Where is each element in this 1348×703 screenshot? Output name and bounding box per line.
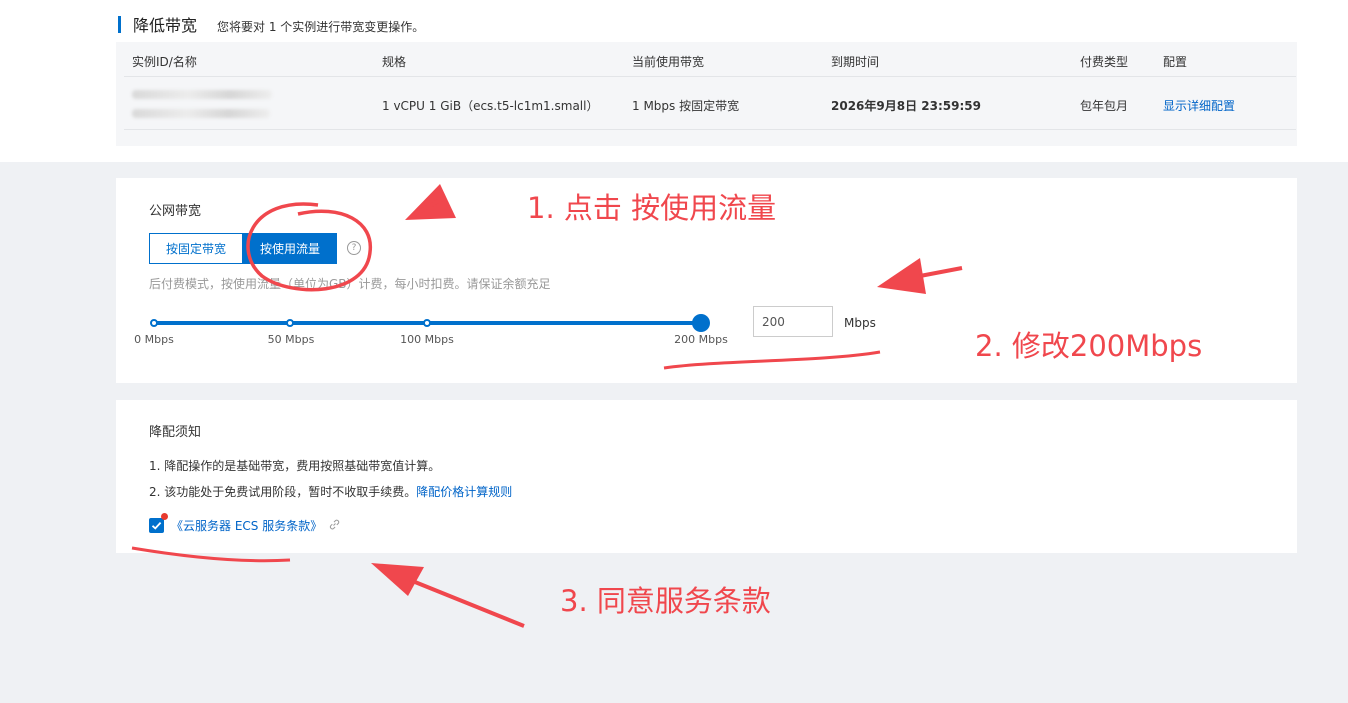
- page-subtitle: 您将要对 1 个实例进行带宽变更操作。: [217, 20, 425, 34]
- table-header-pay-type: 付费类型: [1080, 55, 1129, 69]
- table-cell-spec: 1 vCPU 1 GiB（ecs.t5-lc1m1.small）: [382, 99, 599, 113]
- pay-by-traffic-button[interactable]: 按使用流量: [243, 233, 338, 264]
- slider-stop-0[interactable]: [150, 319, 158, 327]
- external-link-icon[interactable]: [329, 519, 340, 533]
- table-divider: [124, 76, 1296, 77]
- instance-summary-panel: 降低带宽 您将要对 1 个实例进行带宽变更操作。 实例ID/名称 规格 当前使用…: [0, 0, 1348, 162]
- notice-card: 降配须知 1. 降配操作的是基础带宽，费用按照基础带宽值计算。 2. 该功能处于…: [116, 400, 1297, 553]
- table-header-instance: 实例ID/名称: [132, 55, 197, 69]
- table-cell-bandwidth: 1 Mbps 按固定带宽: [632, 99, 740, 113]
- check-icon: [151, 521, 162, 530]
- notice-item-2-text: 2. 该功能处于免费试用阶段，暂时不收取手续费。: [149, 485, 417, 499]
- section-accent-bar: [118, 15, 121, 33]
- table-header-bandwidth: 当前使用带宽: [632, 55, 705, 69]
- table-cell-expire: 2026年9月8日 23:59:59: [831, 99, 981, 113]
- slider-stop-50[interactable]: [286, 319, 294, 327]
- table-header-spec: 规格: [382, 55, 407, 69]
- bandwidth-slider[interactable]: [150, 314, 710, 332]
- service-terms-link[interactable]: 《云服务器 ECS 服务条款》: [171, 517, 322, 534]
- bandwidth-label: 公网带宽: [149, 204, 202, 219]
- instance-table: 实例ID/名称 规格 当前使用带宽 到期时间 付费类型 配置 1 vCPU 1 …: [116, 42, 1297, 146]
- annotation-step-1: 1. 点击 按使用流量: [527, 191, 777, 225]
- slider-mark-0: 0 Mbps: [134, 333, 174, 346]
- table-header-config: 配置: [1163, 55, 1188, 69]
- slider-mark-200: 200 Mbps: [674, 333, 728, 346]
- slider-handle[interactable]: [692, 314, 710, 332]
- section-header: 降低带宽 您将要对 1 个实例进行带宽变更操作。: [118, 12, 424, 36]
- annotation-step-2: 2. 修改200Mbps: [975, 329, 1203, 363]
- arrow-annotation-3: [371, 563, 424, 596]
- terms-row: 《云服务器 ECS 服务条款》: [171, 517, 340, 534]
- notice-item-1: 1. 降配操作的是基础带宽，费用按照基础带宽值计算。: [149, 459, 441, 473]
- help-icon[interactable]: ?: [347, 241, 361, 255]
- show-config-link[interactable]: 显示详细配置: [1163, 97, 1235, 114]
- terms-checkbox[interactable]: [149, 518, 164, 533]
- table-header-expire: 到期时间: [831, 55, 880, 69]
- instance-name-redacted: [132, 109, 270, 118]
- page-title: 降低带宽: [133, 16, 198, 35]
- notice-item-2: 2. 该功能处于免费试用阶段，暂时不收取手续费。降配价格计算规则: [149, 483, 512, 500]
- pricing-rule-link[interactable]: 降配价格计算规则: [416, 485, 512, 499]
- notice-title: 降配须知: [149, 425, 202, 440]
- arrow-annotation-3-tail: [409, 578, 525, 628]
- annotation-step-3: 3. 同意服务条款: [560, 584, 771, 618]
- billing-hint: 后付费模式，按使用流量（单位为GB）计费，每小时扣费。请保证余额充足: [149, 277, 551, 291]
- billing-mode-toggle: 按固定带宽 按使用流量: [149, 233, 338, 264]
- required-dot-icon: [161, 513, 168, 520]
- instance-id-redacted: [132, 90, 272, 99]
- slider-mark-100: 100 Mbps: [400, 333, 454, 346]
- slider-mark-50: 50 Mbps: [267, 333, 315, 346]
- table-cell-pay-type: 包年包月: [1080, 99, 1129, 113]
- bandwidth-unit: Mbps: [844, 316, 876, 330]
- table-divider: [124, 129, 1296, 130]
- slider-stop-100[interactable]: [423, 319, 431, 327]
- fixed-bandwidth-button[interactable]: 按固定带宽: [149, 233, 244, 264]
- bandwidth-input[interactable]: [753, 306, 833, 337]
